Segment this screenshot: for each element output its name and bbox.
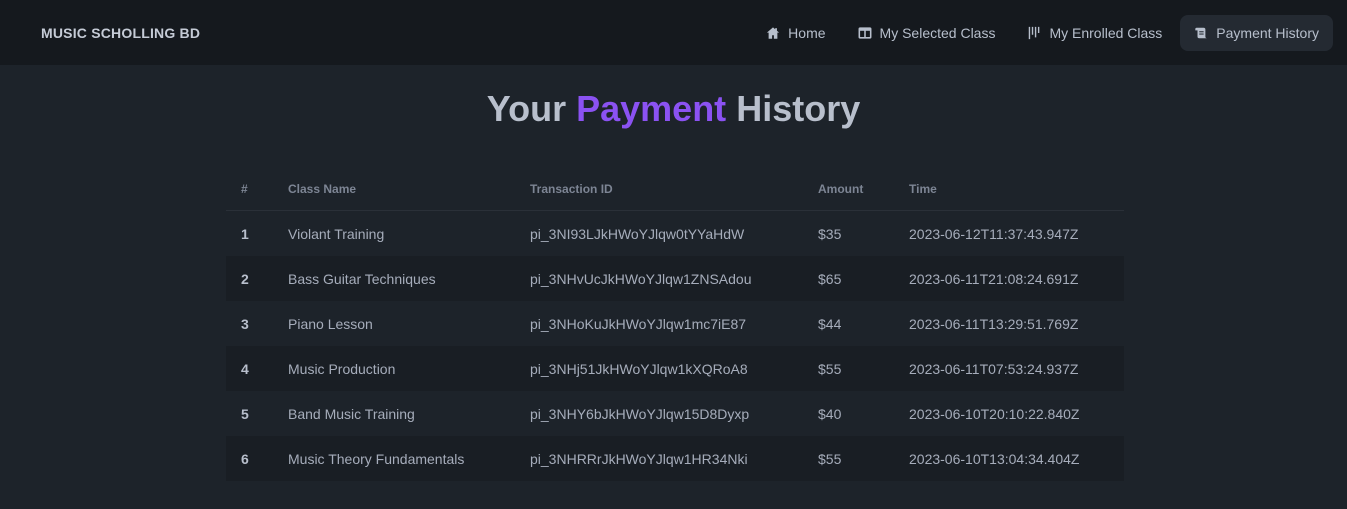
page-title-part2: History (726, 88, 861, 129)
table-row: 6 Music Theory Fundamentals pi_3NHRRrJkH… (226, 436, 1124, 481)
row-amount: $55 (818, 436, 909, 481)
row-time: 2023-06-11T13:29:51.769Z (909, 315, 1079, 332)
columns-icon (858, 26, 872, 40)
row-transaction-id: pi_3NHY6bJkHWoYJlqw15D8Dyxp (530, 405, 750, 422)
nav-item-payment-history[interactable]: Payment History (1180, 14, 1333, 51)
page-title-part1: Your (486, 88, 577, 129)
row-index: 1 (241, 225, 249, 242)
row-class-name: Music Theory Fundamentals (288, 436, 530, 481)
row-class-name: Band Music Training (288, 405, 415, 422)
table-header-row: # Class Name Transaction ID Amount Time (226, 168, 1124, 211)
page-title: Your Payment History (0, 88, 1347, 130)
row-index: 2 (226, 256, 288, 301)
row-class-name: Music Production (288, 346, 530, 391)
row-amount: $35 (818, 225, 842, 242)
row-time: 2023-06-11T07:53:24.937Z (909, 346, 1124, 391)
row-transaction-id: pi_3NHoKuJkHWoYJlqw1mc7iE87 (530, 315, 747, 332)
row-class-name: Piano Lesson (288, 315, 373, 332)
header-amount: Amount (818, 168, 909, 211)
nav-links: Home My Selected Class My Enrolled Class… (752, 14, 1333, 51)
row-amount: $44 (818, 315, 842, 332)
scroll-icon (1194, 26, 1208, 40)
page-title-accent: Payment (576, 88, 727, 129)
nav-item-home[interactable]: Home (752, 15, 839, 51)
nav-item-label: Payment History (1216, 24, 1319, 41)
nav-item-label: My Enrolled Class (1049, 24, 1163, 41)
row-time: 2023-06-10T20:10:22.840Z (909, 405, 1080, 422)
row-amount: $55 (818, 346, 909, 391)
row-transaction-id: pi_3NHRRrJkHWoYJlqw1HR34Nki (530, 436, 818, 481)
row-transaction-id: pi_3NI93LJkHWoYJlqw0tYYaHdW (530, 225, 745, 242)
table-row: 5 Band Music Training pi_3NHY6bJkHWoYJlq… (226, 391, 1124, 436)
row-class-name: Violant Training (288, 225, 385, 242)
nav-item-my-enrolled-class[interactable]: My Enrolled Class (1013, 15, 1176, 51)
row-amount: $40 (818, 405, 842, 422)
top-navbar: MUSIC SCHOLLING BD Home My Selected Clas… (0, 0, 1347, 65)
table-row: 2 Bass Guitar Techniques pi_3NHvUcJkHWoY… (226, 256, 1124, 301)
row-index: 3 (241, 315, 249, 332)
header-transaction-id: Transaction ID (530, 168, 818, 211)
bars-icon (1027, 26, 1041, 40)
row-index: 4 (226, 346, 288, 391)
row-time: 2023-06-12T11:37:43.947Z (909, 225, 1079, 242)
brand-logo-text[interactable]: MUSIC SCHOLLING BD (41, 25, 200, 41)
table-row: 4 Music Production pi_3NHj51JkHWoYJlqw1k… (226, 346, 1124, 391)
header-index: # (226, 168, 288, 211)
nav-item-label: My Selected Class (879, 24, 996, 41)
row-time: 2023-06-11T21:08:24.691Z (909, 256, 1124, 301)
header-time: Time (909, 168, 1124, 211)
header-class-name: Class Name (288, 168, 530, 211)
table-row: 3 Piano Lesson pi_3NHoKuJkHWoYJlqw1mc7iE… (226, 301, 1124, 346)
row-index: 5 (241, 405, 249, 422)
row-index: 6 (226, 436, 288, 481)
payment-history-table-container: # Class Name Transaction ID Amount Time … (226, 168, 1124, 481)
home-icon (766, 26, 780, 40)
row-transaction-id: pi_3NHj51JkHWoYJlqw1kXQRoA8 (530, 346, 818, 391)
payment-history-table: # Class Name Transaction ID Amount Time … (226, 168, 1124, 481)
row-transaction-id: pi_3NHvUcJkHWoYJlqw1ZNSAdou (530, 256, 818, 301)
row-amount: $65 (818, 256, 909, 301)
row-class-name: Bass Guitar Techniques (288, 256, 530, 301)
table-row: 1 Violant Training pi_3NI93LJkHWoYJlqw0t… (226, 211, 1124, 257)
nav-item-label: Home (788, 24, 826, 41)
row-time: 2023-06-10T13:04:34.404Z (909, 436, 1124, 481)
nav-item-my-selected-class[interactable]: My Selected Class (844, 15, 1010, 51)
